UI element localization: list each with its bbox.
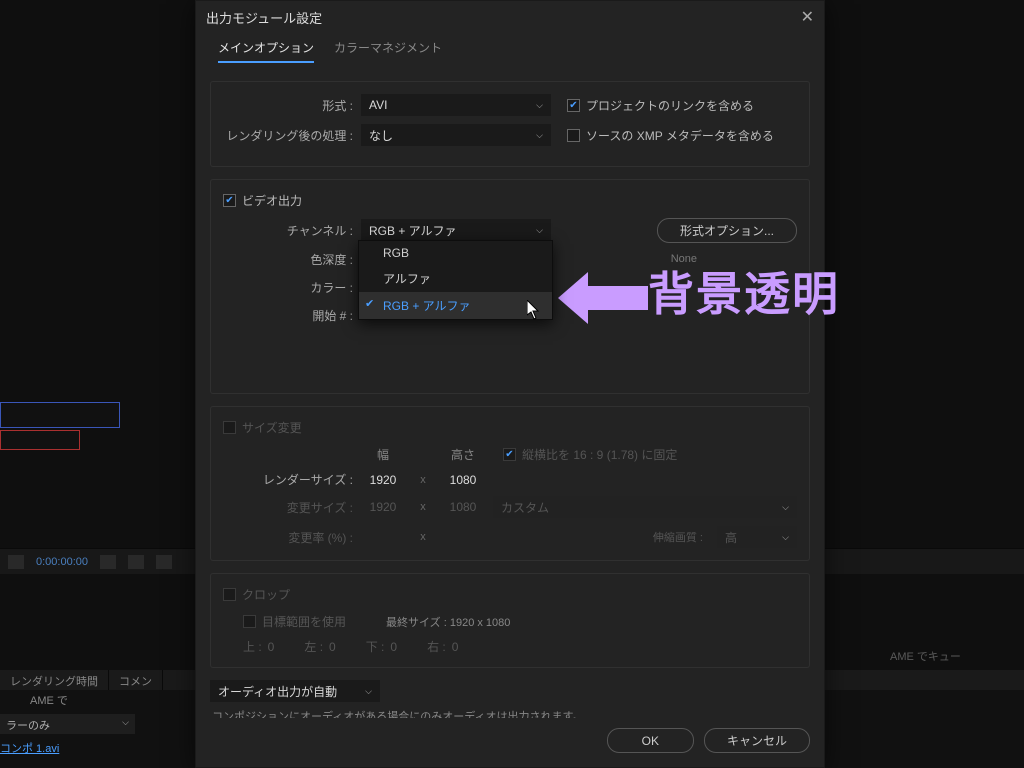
resize-label: サイズ変更 (242, 419, 302, 436)
height-header: 高さ (433, 446, 493, 463)
chevron-down-icon: ⌵ (122, 717, 129, 731)
include-project-link-checkbox[interactable]: ✔ プロジェクトのリンクを含める (567, 97, 754, 114)
bg-blue-box (0, 402, 120, 428)
crop-checkbox[interactable]: クロップ (223, 586, 290, 603)
change-height: 1080 (433, 500, 493, 514)
palette-icon (156, 555, 172, 569)
use-roi-checkbox[interactable]: 目標範囲を使用 (243, 613, 346, 630)
dropdown-item-rgb-alpha[interactable]: ✔ RGB + アルファ (359, 292, 552, 319)
change-size-label: 変更サイズ : (223, 499, 353, 516)
stretch-quality-label: 伸縮画質 : (653, 529, 703, 545)
format-select[interactable]: AVI ⌵ (361, 94, 551, 116)
chevron-down-icon: ⌵ (782, 502, 789, 513)
tab-main-options[interactable]: メインオプション (218, 39, 314, 63)
audio-output-value: オーディオ出力が自動 (218, 683, 337, 700)
crop-bottom-value[interactable]: 0 (390, 640, 397, 654)
chevron-down-icon: ⌵ (536, 225, 543, 236)
width-header: 幅 (353, 446, 413, 463)
color-label: カラー : (223, 279, 353, 296)
render-width: 1920 (353, 473, 413, 487)
channel-label: チャンネル : (223, 222, 353, 239)
x-separator: x (413, 474, 433, 486)
channel-value: RGB + アルファ (369, 222, 457, 239)
format-section: 形式 : AVI ⌵ ✔ プロジェクトのリンクを含める レンダリング後の処理 :… (210, 81, 810, 167)
render-size-label: レンダーサイズ : (223, 471, 353, 488)
crop-left-value[interactable]: 0 (329, 640, 336, 654)
crop-left-label: 左 : (304, 638, 323, 655)
bg-errors-label: ラーのみ (6, 717, 50, 731)
change-width: 1920 (353, 500, 413, 514)
include-link-label: プロジェクトのリンクを含める (586, 97, 754, 114)
video-output-label: ビデオ出力 (242, 192, 302, 209)
resize-checkbox[interactable]: サイズ変更 (223, 419, 302, 436)
format-label: 形式 : (223, 97, 353, 114)
resize-preset-select[interactable]: カスタム ⌵ (493, 496, 797, 518)
output-module-settings-dialog: 出力モジュール設定 ✕ メインオプション カラーマネジメント 形式 : AVI … (195, 0, 825, 768)
tab-bar: メインオプション カラーマネジメント (196, 33, 824, 63)
chevron-down-icon: ⌵ (536, 130, 543, 141)
stretch-quality-select[interactable]: 高 ⌵ (717, 526, 797, 548)
crop-top-label: 上 : (243, 638, 262, 655)
crop-top-value[interactable]: 0 (268, 640, 275, 654)
video-output-checkbox[interactable]: ✔ ビデオ出力 (223, 192, 302, 209)
bg-red-box (0, 430, 80, 450)
depth-label: 色深度 : (223, 251, 353, 268)
crop-section: クロップ 目標範囲を使用 最終サイズ : 1920 x 1080 上 : 0 左 … (210, 573, 810, 668)
dropdown-item-rgb[interactable]: RGB (359, 241, 552, 265)
channel-select[interactable]: RGB + アルファ ⌵ (361, 219, 551, 241)
stretch-quality-value: 高 (725, 529, 737, 546)
dropdown-item-rgb-alpha-label: RGB + アルファ (383, 299, 471, 313)
x-separator: x (413, 531, 433, 543)
crop-label: クロップ (242, 586, 290, 603)
row-ame: AME で (20, 690, 78, 710)
postprocess-label: レンダリング後の処理 : (223, 127, 353, 144)
trash-icon (128, 555, 144, 569)
annotation-text: 背景透明 (648, 258, 840, 324)
bg-output-link[interactable]: コンポ 1.avi (0, 740, 59, 756)
chevron-down-icon: ⌵ (536, 100, 543, 111)
format-value: AVI (369, 98, 387, 112)
chevron-down-icon: ⌵ (365, 686, 372, 697)
audio-output-select[interactable]: オーディオ出力が自動 ⌵ (210, 680, 380, 702)
start-number-label: 開始 # : (223, 307, 353, 324)
channel-dropdown-menu: RGB アルファ ✔ RGB + アルファ (358, 240, 553, 320)
final-size-text: 最終サイズ : 1920 x 1080 (386, 614, 510, 630)
postprocess-select[interactable]: なし ⌵ (361, 124, 551, 146)
x-separator: x (413, 501, 433, 513)
resize-section: サイズ変更 幅 高さ ✔ 縦横比を 16 : 9 (1.78) に固定 レンダー… (210, 406, 810, 561)
change-pct-label: 変更率 (%) : (223, 529, 353, 546)
col-render-time: レンダリング時間 (0, 670, 109, 690)
title-bar: 出力モジュール設定 ✕ (196, 1, 824, 33)
ok-button[interactable]: OK (607, 728, 694, 753)
stopwatch-icon (8, 555, 24, 569)
timecode: 0:00:00:00 (36, 556, 88, 568)
video-format-options-button[interactable]: 形式オプション... (657, 218, 797, 243)
close-icon[interactable]: ✕ (801, 7, 814, 27)
chevron-down-icon: ⌵ (782, 532, 789, 543)
dialog-footer: OK キャンセル (196, 718, 824, 767)
dialog-title: 出力モジュール設定 (206, 8, 322, 27)
render-height: 1080 (433, 473, 493, 487)
crop-bottom-label: 下 : (366, 638, 385, 655)
audio-note: コンポジションにオーディオがある場合にのみオーディオは出力されます。 (212, 708, 810, 718)
crop-right-value[interactable]: 0 (452, 640, 459, 654)
crop-right-label: 右 : (427, 638, 446, 655)
annotation-arrow-icon (558, 268, 648, 328)
cancel-button[interactable]: キャンセル (704, 728, 810, 753)
lock-ratio-label: 縦横比を 16 : 9 (1.78) に固定 (522, 446, 677, 463)
include-xmp-checkbox[interactable]: ソースの XMP メタデータを含める (567, 127, 774, 144)
col-comment: コメン (109, 670, 163, 690)
lock-ratio-checkbox[interactable]: ✔ 縦横比を 16 : 9 (1.78) に固定 (503, 446, 797, 463)
tab-color-management[interactable]: カラーマネジメント (334, 39, 442, 63)
check-icon: ✔ (365, 297, 374, 310)
use-roi-label: 目標範囲を使用 (262, 613, 346, 630)
postprocess-value: なし (369, 127, 393, 144)
include-xmp-label: ソースの XMP メタデータを含める (586, 127, 774, 144)
camera-icon (100, 555, 116, 569)
cursor-icon (527, 300, 541, 320)
bg-ame-cue: AME でキュー (890, 648, 961, 664)
dropdown-item-alpha[interactable]: アルファ (359, 265, 552, 292)
resize-preset-value: カスタム (501, 499, 549, 516)
bg-errors-dropdown[interactable]: ラーのみ ⌵ (0, 714, 135, 734)
